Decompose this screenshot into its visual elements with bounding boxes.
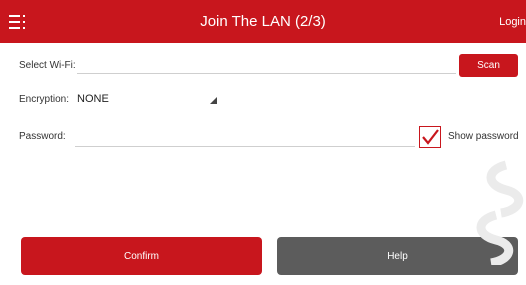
show-password-label[interactable]: Show password — [448, 131, 519, 142]
password-label: Password: — [19, 131, 66, 142]
encryption-select[interactable]: NONE — [77, 93, 109, 105]
scan-button[interactable]: Scan — [459, 54, 518, 77]
encryption-label: Encryption: — [19, 94, 70, 105]
dropdown-arrow-icon[interactable] — [210, 97, 217, 104]
watermark-graphic — [476, 160, 523, 265]
login-button[interactable]: Login — [499, 16, 526, 28]
wifi-input[interactable] — [77, 73, 456, 74]
password-input[interactable] — [75, 146, 415, 147]
page-title: Join The LAN (2/3) — [200, 13, 326, 30]
wifi-label: Select Wi-Fi: — [19, 60, 76, 71]
checkmark-icon — [422, 129, 439, 145]
show-password-checkbox[interactable] — [419, 126, 441, 148]
top-app-bar: Join The LAN (2/3) Login — [0, 0, 526, 43]
confirm-button[interactable]: Confirm — [21, 237, 262, 275]
